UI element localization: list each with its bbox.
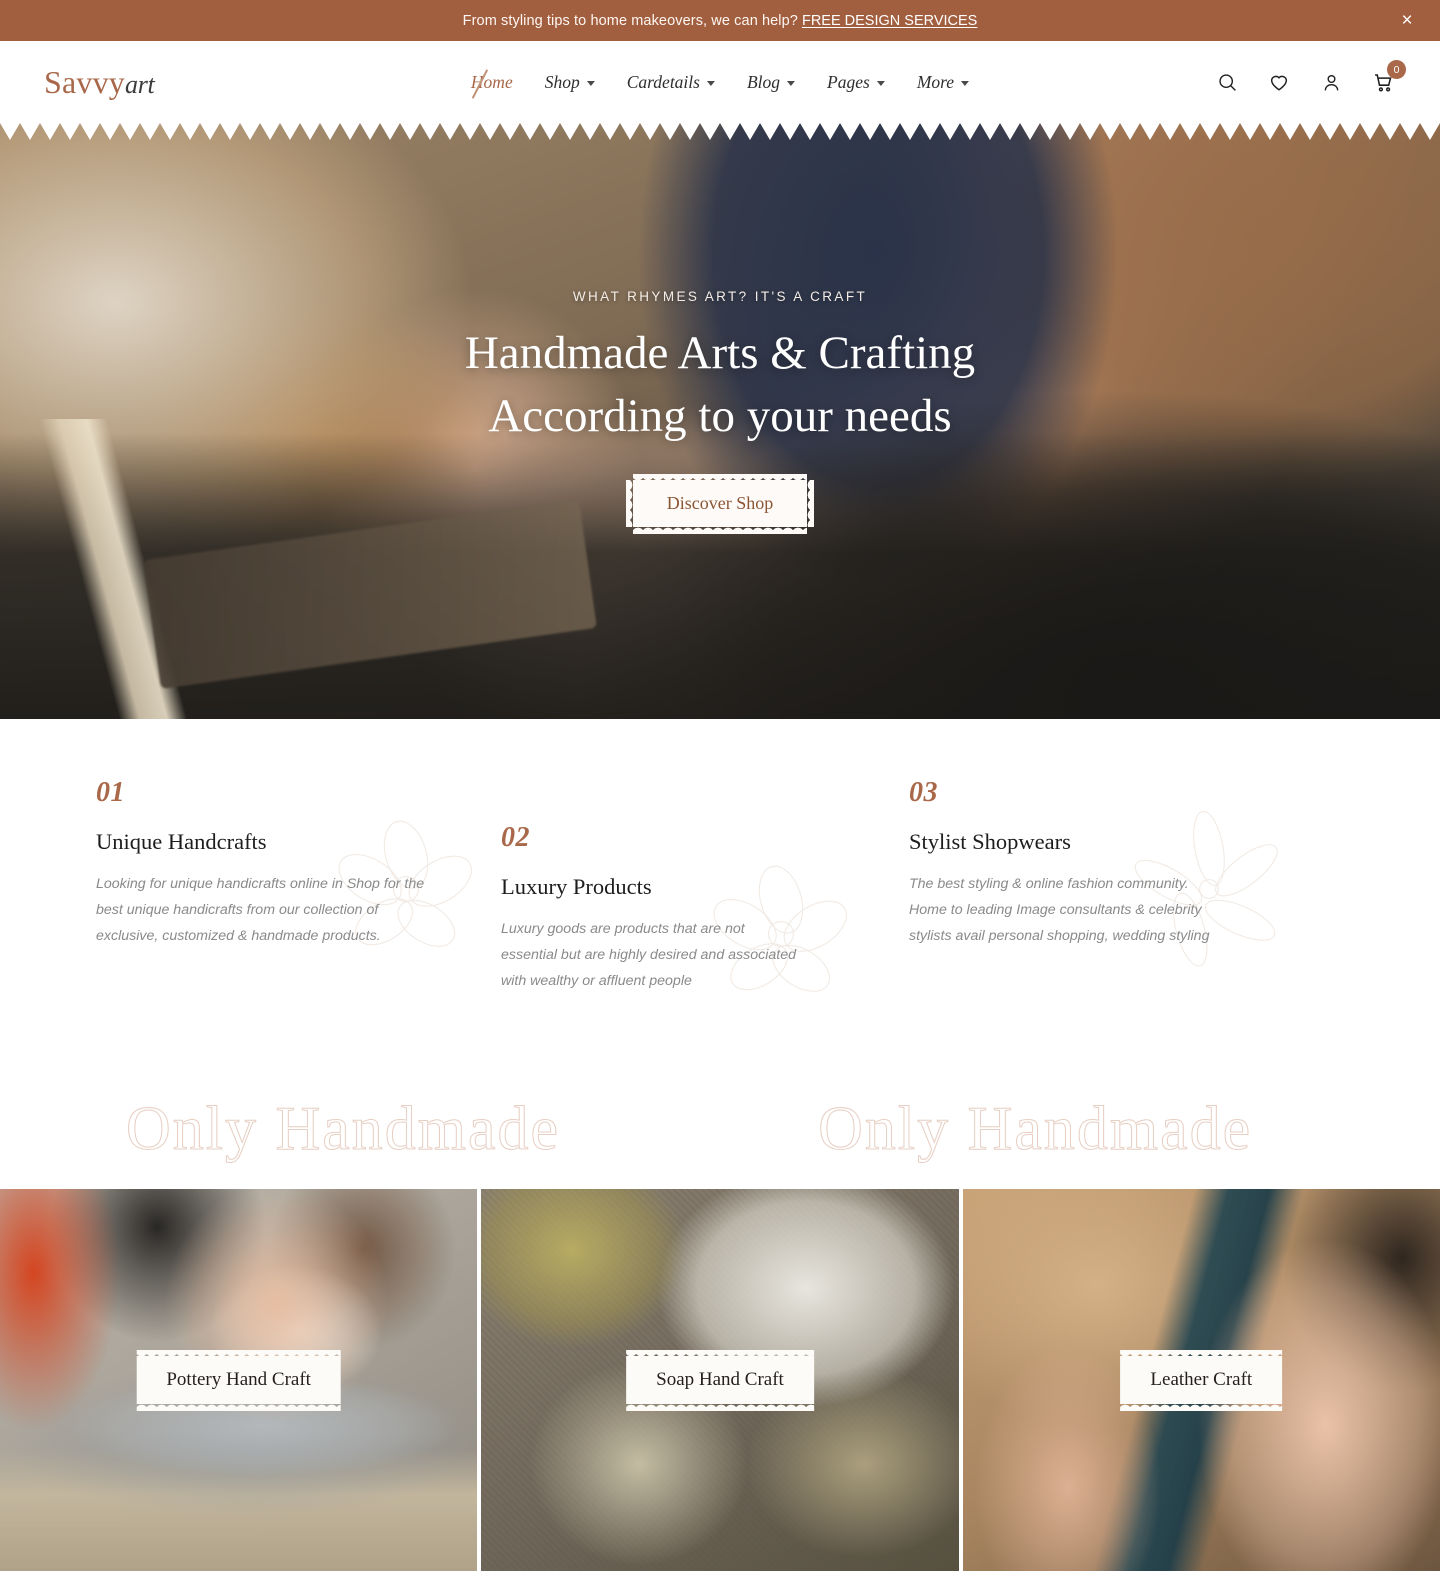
heart-icon[interactable] bbox=[1266, 69, 1292, 95]
logo-text-primary: Savvy bbox=[44, 64, 125, 100]
chevron-down-icon bbox=[586, 81, 595, 86]
category-label-text: Leather Craft bbox=[1150, 1369, 1253, 1390]
site-logo[interactable]: Savvyart bbox=[44, 64, 155, 100]
feature-number: 03 bbox=[909, 777, 938, 808]
feature-description: Luxury goods are products that are not e… bbox=[501, 921, 796, 989]
chevron-down-icon bbox=[961, 81, 970, 86]
hero-title: Handmade Arts & Crafting According to yo… bbox=[0, 322, 1440, 447]
cart-count-badge: 0 bbox=[1387, 60, 1406, 79]
nav-label: Cardetails bbox=[626, 71, 700, 92]
category-label: Soap Hand Craft bbox=[626, 1356, 814, 1411]
feature-title: Unique Handcrafts bbox=[96, 829, 267, 854]
feature-title: Luxury Products bbox=[501, 874, 652, 899]
close-icon[interactable]: × bbox=[1396, 10, 1418, 32]
nav-item-home[interactable]: Home bbox=[471, 68, 513, 99]
features-section: 01 Unique Handcrafts Looking for unique … bbox=[0, 719, 1440, 1069]
nav-label: Shop bbox=[544, 71, 580, 92]
category-label-text: Soap Hand Craft bbox=[656, 1369, 784, 1390]
promo-banner: From styling tips to home makeovers, we … bbox=[0, 0, 1440, 41]
category-card-pottery[interactable]: Pottery Hand Craft bbox=[0, 1189, 478, 1571]
feature-number: 02 bbox=[501, 822, 530, 853]
feature-title: Stylist Shopwears bbox=[909, 829, 1071, 854]
free-design-services-link[interactable]: FREE DESIGN SERVICES bbox=[802, 13, 977, 29]
category-label: Pottery Hand Craft bbox=[136, 1356, 341, 1411]
feature-card-unique-handcrafts: 01 Unique Handcrafts Looking for unique … bbox=[96, 777, 472, 950]
category-card-soap[interactable]: Soap Hand Craft bbox=[477, 1189, 959, 1571]
cart-icon[interactable]: 0 bbox=[1370, 60, 1406, 95]
feature-description: The best styling & online fashion commun… bbox=[909, 876, 1210, 944]
category-label: Leather Craft bbox=[1120, 1356, 1283, 1411]
nav-item-more[interactable]: More bbox=[916, 71, 970, 93]
search-icon[interactable] bbox=[1214, 69, 1240, 95]
nav-item-shop[interactable]: Shop bbox=[545, 72, 595, 93]
nav-label: Pages bbox=[827, 71, 870, 92]
marquee-word: Only Handmade bbox=[125, 1095, 561, 1163]
hero-eyebrow: WHAT RHYMES ART? IT'S A CRAFT bbox=[572, 289, 868, 304]
discover-shop-label: Discover Shop bbox=[666, 493, 774, 513]
chevron-down-icon bbox=[787, 81, 796, 86]
hero-title-line-1: Handmade Arts & Crafting bbox=[464, 327, 976, 379]
handmade-marquee: Only Handmade Only Handmade bbox=[0, 1069, 1440, 1189]
nav-label: More bbox=[916, 71, 955, 92]
feature-number: 01 bbox=[96, 777, 125, 808]
discover-shop-button[interactable]: Discover Shop bbox=[626, 480, 814, 534]
feature-description: Looking for unique handicrafts online in… bbox=[96, 876, 425, 944]
site-header: Savvyart Home Shop Cardetails Blog Pages… bbox=[0, 41, 1440, 123]
category-label-text: Pottery Hand Craft bbox=[166, 1369, 311, 1390]
scallop-edge-right bbox=[806, 480, 814, 527]
nav-item-pages[interactable]: Pages bbox=[827, 72, 885, 93]
scallop-edge-left bbox=[626, 480, 634, 527]
main-navigation: Home Shop Cardetails Blog Pages More bbox=[471, 68, 970, 99]
feature-card-stylist-shopwears: 03 Stylist Shopwears The best styling & … bbox=[909, 777, 1278, 967]
hero-title-line-2: According to your needs bbox=[488, 389, 952, 442]
promo-banner-text: From styling tips to home makeovers, we … bbox=[462, 12, 798, 29]
marquee-word: Only Handmade bbox=[818, 1095, 1253, 1163]
nav-item-cardetails[interactable]: Cardetails bbox=[627, 72, 715, 93]
user-icon[interactable] bbox=[1318, 69, 1344, 95]
category-strip: Pottery Hand Craft Soap Hand Craft Leath… bbox=[0, 1189, 1440, 1571]
logo-text-secondary: art bbox=[125, 70, 155, 99]
nav-item-blog[interactable]: Blog bbox=[746, 71, 796, 93]
hero-section: WHAT RHYMES ART? IT'S A CRAFT Handmade A… bbox=[0, 123, 1440, 719]
chevron-down-icon bbox=[876, 81, 885, 86]
chevron-down-icon bbox=[706, 81, 715, 86]
hero-content: WHAT RHYMES ART? IT'S A CRAFT Handmade A… bbox=[0, 123, 1440, 534]
category-card-leather[interactable]: Leather Craft bbox=[958, 1189, 1440, 1571]
nav-label: Blog bbox=[746, 71, 781, 92]
feature-card-luxury-products: 02 Luxury Products Luxury goods are prod… bbox=[501, 822, 847, 995]
header-actions: 0 bbox=[1214, 60, 1406, 95]
